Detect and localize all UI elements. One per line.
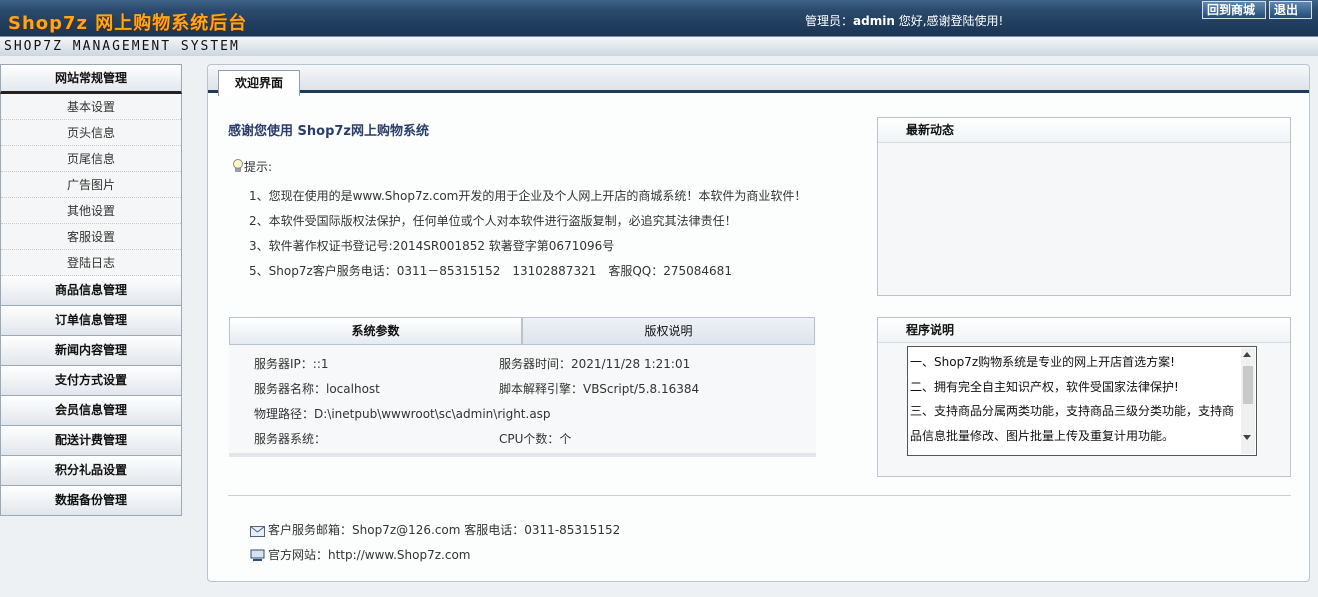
sidebar-item-support-settings[interactable]: 客服设置: [1, 224, 181, 250]
admin-suffix: 您好,感谢登陆使用!: [894, 14, 1004, 28]
sidebar-group-backup[interactable]: 数据备份管理: [0, 486, 182, 516]
sidebar-item-basic-settings[interactable]: 基本设置: [1, 94, 181, 120]
website-icon: [250, 549, 265, 561]
admin-name: admin: [853, 14, 895, 28]
program-notes-title: 程序说明: [878, 318, 1290, 343]
sidebar: 网站常规管理 基本设置 页头信息 页尾信息 广告图片 其他设置 客服设置 登陆日…: [0, 64, 182, 516]
physical-path: 物理路径：D:\inetpub\wwwroot\sc\admin\right.a…: [254, 407, 551, 421]
top-header: Shop7z 网上购物系统后台 管理员：admin 您好,感谢登陆使用! 回到商…: [0, 0, 1318, 56]
server-os: 服务器系统：: [254, 432, 327, 446]
server-ip: 服务器IP：::1: [254, 357, 329, 371]
main-panel: 欢迎界面 感谢您使用 Shop7z网上购物系统 提示: 1、您现在使用的是www…: [207, 64, 1310, 582]
sidebar-item-other-settings[interactable]: 其他设置: [1, 198, 181, 224]
header-subbar: SHOP7Z MANAGEMENT SYSTEM: [0, 36, 1318, 56]
sidebar-group-payment[interactable]: 支付方式设置: [0, 366, 182, 396]
sidebar-group-general[interactable]: 网站常规管理: [0, 64, 182, 94]
program-notes-panel: 程序说明 一、Shop7z购物系统是专业的网上开店首选方案! 二、拥有完全自主知…: [877, 317, 1291, 477]
sidebar-item-header-info[interactable]: 页头信息: [1, 120, 181, 146]
welcome-title: 感谢您使用 Shop7z网上购物系统: [228, 124, 429, 139]
sidebar-item-login-log[interactable]: 登陆日志: [1, 250, 181, 276]
scroll-down-arrow-icon[interactable]: [1243, 435, 1251, 440]
params-bottom-border: [229, 453, 816, 457]
app-logo: Shop7z 网上购物系统后台: [8, 13, 248, 34]
sidebar-group-products[interactable]: 商品信息管理: [0, 276, 182, 306]
admin-prefix: 管理员：: [805, 14, 854, 28]
tab-welcome[interactable]: 欢迎界面: [218, 70, 300, 96]
admin-greeting: 管理员：admin 您好,感谢登陆使用!: [805, 12, 1003, 29]
notes-line-2: 二、拥有完全自主知识产权，软件受国家法律保护!: [910, 379, 1179, 394]
sidebar-item-footer-info[interactable]: 页尾信息: [1, 146, 181, 172]
footer-email: 客户服务邮箱：Shop7z@126.com 客服电话：0311-85315152: [268, 523, 621, 537]
back-to-store-button[interactable]: 回到商城: [1202, 1, 1266, 19]
notes-line-1: 一、Shop7z购物系统是专业的网上开店首选方案!: [910, 355, 1175, 369]
news-title: 最新动态: [878, 118, 1290, 143]
footer-site: 官方网站：http://www.Shop7z.com: [268, 548, 471, 562]
sidebar-group-points[interactable]: 积分礼品设置: [0, 456, 182, 486]
tip-line-2: 2、本软件受国际版权法保护，任何单位或个人对本软件进行盗版复制，必追究其法律责任…: [249, 214, 737, 228]
server-name: 服务器名称：localhost: [254, 382, 380, 396]
cpu-count: CPU个数：个: [499, 432, 572, 446]
sidebar-submenu: 基本设置 页头信息 页尾信息 广告图片 其他设置 客服设置 登陆日志: [0, 94, 182, 276]
server-time: 服务器时间：2021/11/28 1:21:01: [499, 357, 691, 371]
tab-copyright[interactable]: 版权说明: [522, 317, 815, 345]
notes-line-3: 三、支持商品分属两类功能，支持商品三级分类功能，支持商: [910, 404, 1235, 418]
sidebar-item-ad-images[interactable]: 广告图片: [1, 172, 181, 198]
system-params-panel: 系统参数 版权说明 服务器IP：::1 服务器时间：2021/11/28 1:2…: [229, 317, 816, 457]
tips-label: 提示:: [244, 160, 273, 174]
tab-system-params[interactable]: 系统参数: [229, 317, 522, 345]
program-notes-textarea[interactable]: 一、Shop7z购物系统是专业的网上开店首选方案! 二、拥有完全自主知识产权，软…: [907, 346, 1257, 456]
notes-scrollbar[interactable]: [1241, 348, 1255, 454]
scroll-thumb[interactable]: [1243, 366, 1253, 404]
lightbulb-icon: [233, 159, 243, 172]
script-engine: 脚本解释引擎：VBScript/5.8.16384: [499, 382, 700, 396]
scroll-up-arrow-icon[interactable]: [1243, 352, 1251, 357]
sidebar-group-news[interactable]: 新闻内容管理: [0, 336, 182, 366]
main-tabbar: 欢迎界面: [208, 65, 1309, 96]
tip-line-1: 1、您现在使用的是www.Shop7z.com开发的用于企业及个人网上开店的商城…: [249, 189, 807, 203]
news-panel: 最新动态: [877, 117, 1291, 296]
tip-line-3: 3、软件著作权证书登记号:2014SR001852 软著登字第0671096号: [249, 239, 615, 253]
tips-heading: 提示:: [232, 158, 272, 175]
notes-line-4: 品信息批量修改、图片批量上传及重复计用功能。: [910, 428, 1175, 443]
sidebar-group-shipping[interactable]: 配送计费管理: [0, 426, 182, 456]
sidebar-group-members[interactable]: 会员信息管理: [0, 396, 182, 426]
footer-divider: [228, 495, 1291, 496]
logout-button[interactable]: 退出: [1269, 1, 1312, 19]
tip-line-4: 5、Shop7z客户服务电话：0311－85315152 13102887321…: [249, 264, 732, 278]
mail-icon: [250, 526, 265, 537]
system-subtitle: SHOP7Z MANAGEMENT SYSTEM: [4, 39, 240, 54]
footer-site-line: 官方网站：http://www.Shop7z.com: [250, 546, 470, 563]
sidebar-group-orders[interactable]: 订单信息管理: [0, 306, 182, 336]
footer-email-line: 客户服务邮箱：Shop7z@126.com 客服电话：0311-85315152: [250, 521, 620, 538]
